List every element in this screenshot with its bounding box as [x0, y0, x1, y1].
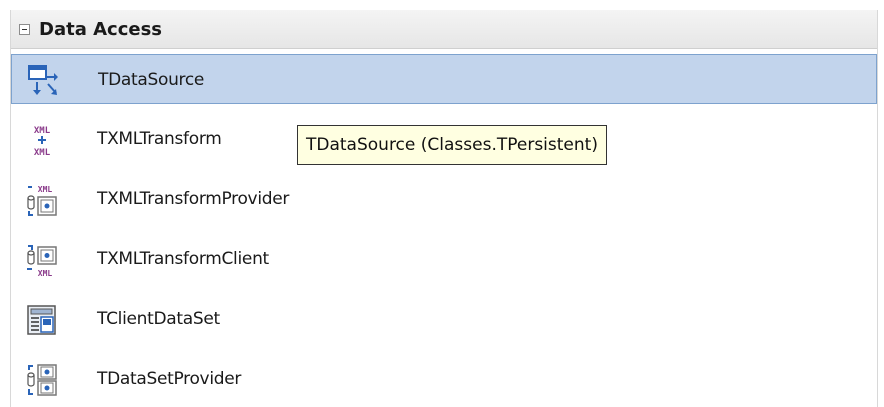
palette-item-label: TXMLTransform: [97, 129, 222, 149]
palette-item-label: TDataSetProvider: [97, 369, 242, 389]
palette-item-label: TClientDataSet: [97, 309, 220, 329]
xml-transform-client-icon: XML: [27, 245, 57, 277]
datasource-icon: [28, 65, 58, 95]
collapse-minus-icon[interactable]: [19, 24, 30, 35]
xml-transform-provider-icon: XML: [27, 185, 57, 216]
dataset-provider-icon: [27, 364, 57, 396]
svg-text:XML: XML: [34, 148, 51, 157]
palette-item-label: TXMLTransformClient: [97, 249, 269, 269]
client-dataset-icon: [27, 305, 56, 335]
palette-item-tdatasource[interactable]: TDataSource: [11, 54, 877, 104]
svg-text:XML: XML: [38, 269, 53, 277]
palette-item-txmltransformprovider[interactable]: XML TXMLTransformProvider: [11, 174, 877, 224]
palette-item-label: TXMLTransformProvider: [97, 189, 290, 209]
xml-transform-icon: XML XML: [34, 126, 51, 157]
component-tooltip: TDataSource (Classes.TPersistent): [297, 125, 607, 165]
palette-item-tdatasetprovider[interactable]: TDataSetProvider: [11, 354, 877, 404]
palette-item-tclientdataset[interactable]: TClientDataSet: [11, 294, 877, 344]
svg-text:XML: XML: [38, 185, 53, 194]
palette-item-label: TDataSource: [98, 70, 205, 90]
tool-palette: Data Access TDataSource XML XML TXMLTran…: [10, 10, 878, 407]
category-title: Data Access: [39, 19, 163, 40]
category-header-data-access[interactable]: Data Access: [11, 10, 877, 49]
palette-item-txmltransformclient[interactable]: XML TXMLTransformClient: [11, 234, 877, 284]
svg-text:XML: XML: [34, 126, 51, 136]
